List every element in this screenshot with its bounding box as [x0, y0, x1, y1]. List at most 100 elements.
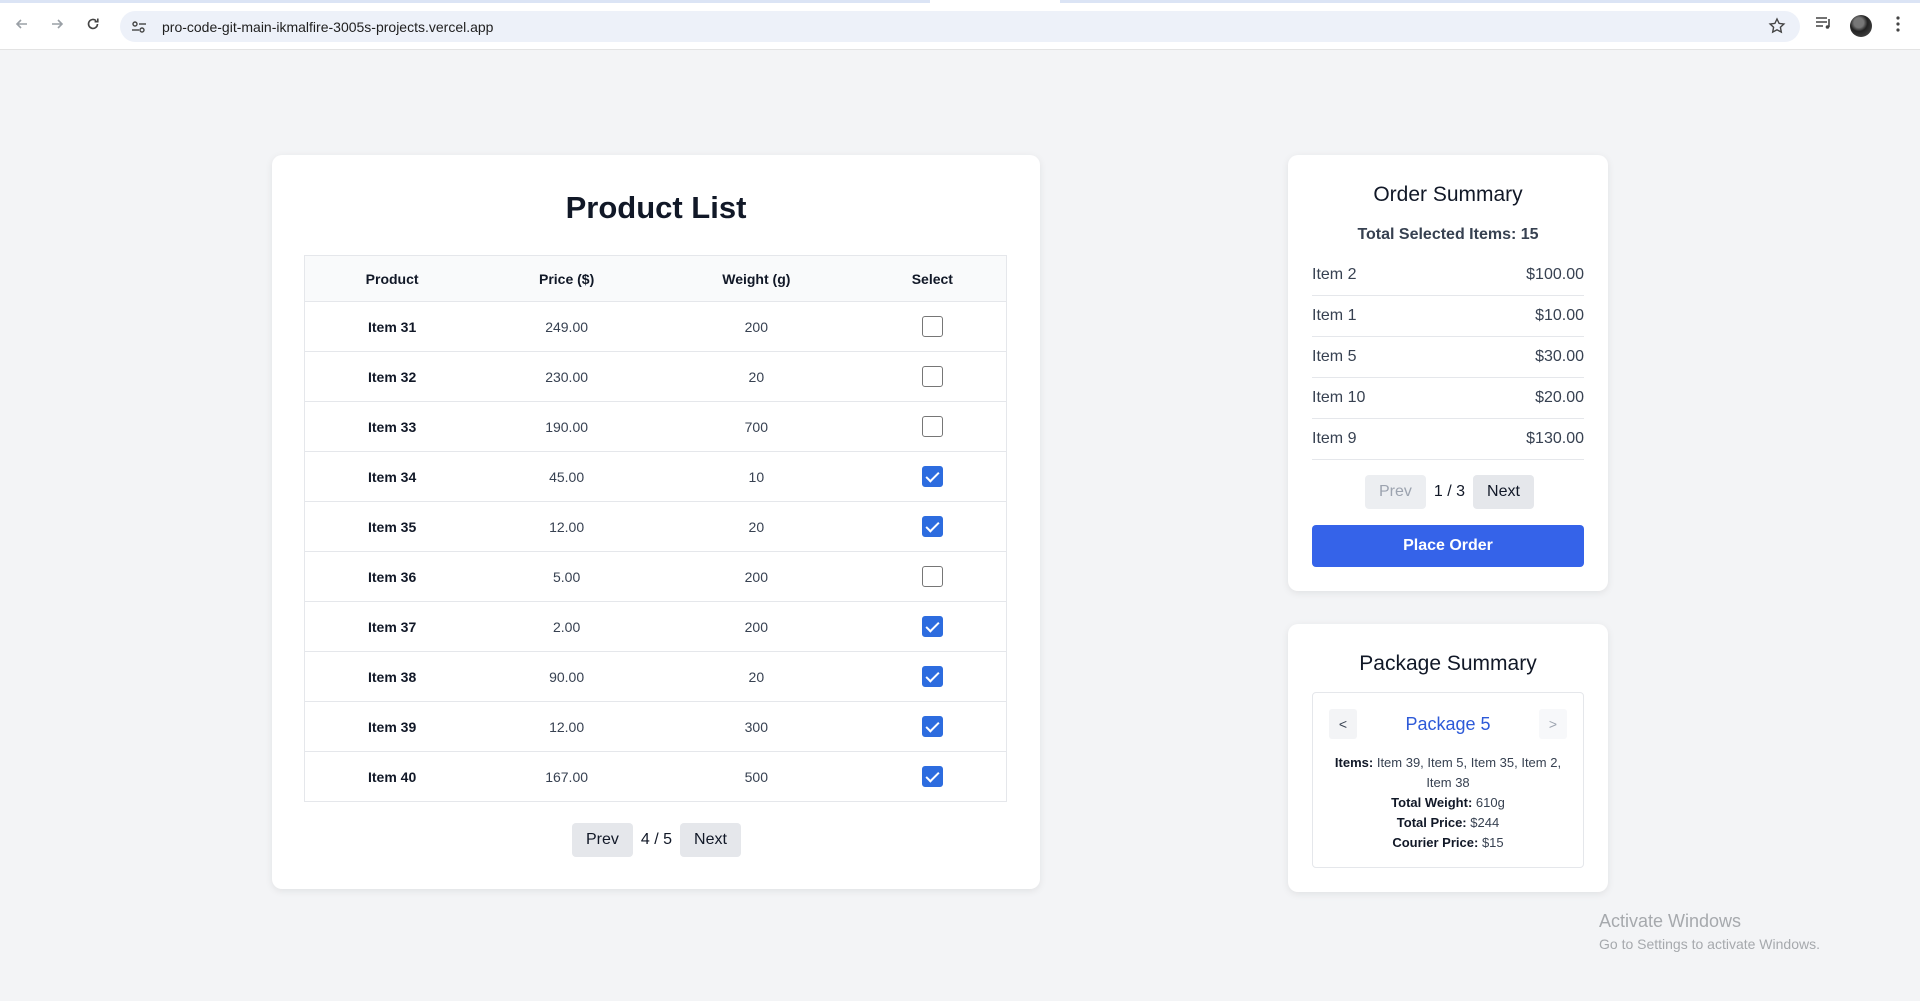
- table-row: Item 36 5.00 200: [304, 551, 1007, 602]
- product-weight: 10: [653, 451, 859, 502]
- product-price: 90.00: [479, 651, 654, 702]
- select-cell: [858, 401, 1007, 452]
- place-order-button[interactable]: Place Order: [1312, 525, 1584, 567]
- package-details: Items: Item 39, Item 5, Item 35, Item 2,…: [1331, 753, 1565, 853]
- total-selected-items: Total Selected Items: 15: [1357, 226, 1539, 243]
- table-header-row: Product Price ($) Weight (g) Select: [304, 255, 1007, 302]
- product-name: Item 37: [304, 601, 480, 652]
- package-price-value: $244: [1470, 815, 1500, 830]
- list-item: Item 10 $20.00: [1312, 378, 1584, 419]
- select-checkbox[interactable]: [921, 566, 943, 587]
- product-price: 12.00: [479, 701, 654, 752]
- package-weight: Total Weight: 610g: [1331, 793, 1565, 813]
- product-price: 230.00: [479, 351, 654, 402]
- profile-avatar[interactable]: [1850, 15, 1872, 37]
- watermark-subtitle: Go to Settings to activate Windows.: [1599, 936, 1820, 952]
- order-summary-title: Order Summary: [1373, 183, 1523, 206]
- product-name: Item 38: [304, 651, 480, 702]
- product-name: Item 32: [304, 351, 480, 402]
- package-summary-title: Package Summary: [1359, 652, 1537, 675]
- back-icon[interactable]: [11, 13, 33, 35]
- column-header-price: Price ($): [479, 255, 654, 302]
- list-item: Item 9 $130.00: [1312, 419, 1584, 460]
- product-weight: 20: [653, 501, 859, 552]
- media-controls-icon[interactable]: [1815, 15, 1833, 36]
- product-price: 45.00: [479, 451, 654, 502]
- order-page-indicator: 1 / 3: [1433, 483, 1466, 500]
- url-text[interactable]: pro-code-git-main-ikmalfire-3005s-projec…: [162, 19, 493, 35]
- product-name: Item 40: [368, 768, 417, 785]
- next-page-button[interactable]: Next: [680, 823, 741, 857]
- select-checkbox[interactable]: [921, 416, 943, 437]
- order-item-price: $10.00: [1535, 307, 1584, 324]
- order-item-name: Item 1: [1312, 307, 1357, 324]
- product-weight: 700: [653, 401, 859, 452]
- select-cell: [859, 752, 1007, 802]
- select-cell: [858, 551, 1007, 602]
- table-row: Item 39 12.00 300: [304, 701, 1007, 752]
- table-row: Item 35 12.00 20: [304, 501, 1007, 552]
- bookmark-star-icon[interactable]: [1768, 17, 1786, 40]
- page-indicator: 4 / 5: [640, 831, 673, 848]
- package-details-box: < Package 5 > Items: Item 39, Item 5, It…: [1312, 692, 1584, 868]
- table-row: Item 40 167.00 500: [305, 752, 1007, 802]
- browser-toolbar: pro-code-git-main-ikmalfire-3005s-projec…: [0, 0, 1920, 50]
- select-checkbox[interactable]: [921, 616, 943, 637]
- product-weight: 500: [744, 768, 768, 785]
- table-row: Item 38 90.00 20: [304, 651, 1007, 702]
- forward-icon[interactable]: [46, 13, 68, 35]
- product-weight: 20: [653, 651, 859, 702]
- select-checkbox[interactable]: [921, 766, 943, 787]
- select-checkbox[interactable]: [921, 516, 943, 537]
- watermark-title: Activate Windows: [1599, 911, 1742, 931]
- select-checkbox[interactable]: [921, 666, 943, 687]
- table-row: Item 32 230.00 20: [304, 351, 1007, 402]
- select-checkbox[interactable]: [921, 466, 943, 487]
- product-name: Item 34: [304, 451, 480, 502]
- order-pagination: Prev 1 / 3 Next: [1365, 475, 1534, 509]
- order-item-name: Item 2: [1312, 266, 1357, 283]
- order-prev-page-button[interactable]: Prev: [1365, 475, 1426, 509]
- more-menu-icon[interactable]: [1895, 15, 1901, 38]
- package-price-label: Total Price:: [1396, 815, 1467, 830]
- select-checkbox[interactable]: [921, 716, 943, 737]
- address-bar[interactable]: pro-code-git-main-ikmalfire-3005s-projec…: [120, 11, 1800, 42]
- select-cell: [858, 651, 1007, 702]
- product-price: 12.00: [479, 501, 654, 552]
- list-item: Item 2 $100.00: [1312, 255, 1584, 296]
- product-name: Item 39: [304, 701, 480, 752]
- product-price: 5.00: [479, 551, 654, 602]
- order-item-name: Item 5: [1312, 348, 1357, 365]
- order-item-name: Item 9: [1312, 430, 1357, 447]
- product-price: 2.00: [479, 601, 654, 652]
- select-checkbox[interactable]: [921, 366, 943, 387]
- order-summary-card: Order Summary Total Selected Items: 15 I…: [1288, 155, 1608, 591]
- order-next-page-button[interactable]: Next: [1473, 475, 1534, 509]
- order-item-price: $20.00: [1535, 389, 1584, 406]
- order-item-price: $30.00: [1535, 348, 1584, 365]
- select-checkbox[interactable]: [921, 316, 943, 337]
- prev-page-button[interactable]: Prev: [572, 823, 633, 857]
- product-pagination: Prev 4 / 5 Next: [572, 823, 741, 857]
- product-table: Product Price ($) Weight (g) Select Item…: [304, 255, 1007, 802]
- product-weight: 200: [653, 551, 859, 602]
- package-courier: Courier Price: $15: [1331, 833, 1565, 853]
- product-weight: 300: [653, 701, 859, 752]
- package-summary-card: Package Summary < Package 5 > Items: Ite…: [1288, 624, 1608, 892]
- table-row: Item 34 45.00 10: [304, 451, 1007, 502]
- column-header-weight: Weight (g): [653, 255, 859, 302]
- select-cell: [858, 451, 1007, 502]
- table-row: Item 37 2.00 200: [304, 601, 1007, 652]
- product-list-title: Product List: [565, 190, 747, 225]
- reload-icon[interactable]: [82, 13, 104, 35]
- product-weight: 200: [653, 301, 859, 352]
- select-cell: [858, 501, 1007, 552]
- order-item-price: $130.00: [1526, 430, 1584, 447]
- select-cell: [858, 351, 1007, 402]
- order-item-name: Item 10: [1312, 389, 1366, 406]
- site-settings-icon[interactable]: [131, 20, 149, 34]
- tab-strip: [0, 0, 1920, 3]
- product-name: Item 35: [304, 501, 480, 552]
- package-weight-value: 610g: [1475, 795, 1505, 810]
- package-next-button[interactable]: >: [1539, 709, 1567, 739]
